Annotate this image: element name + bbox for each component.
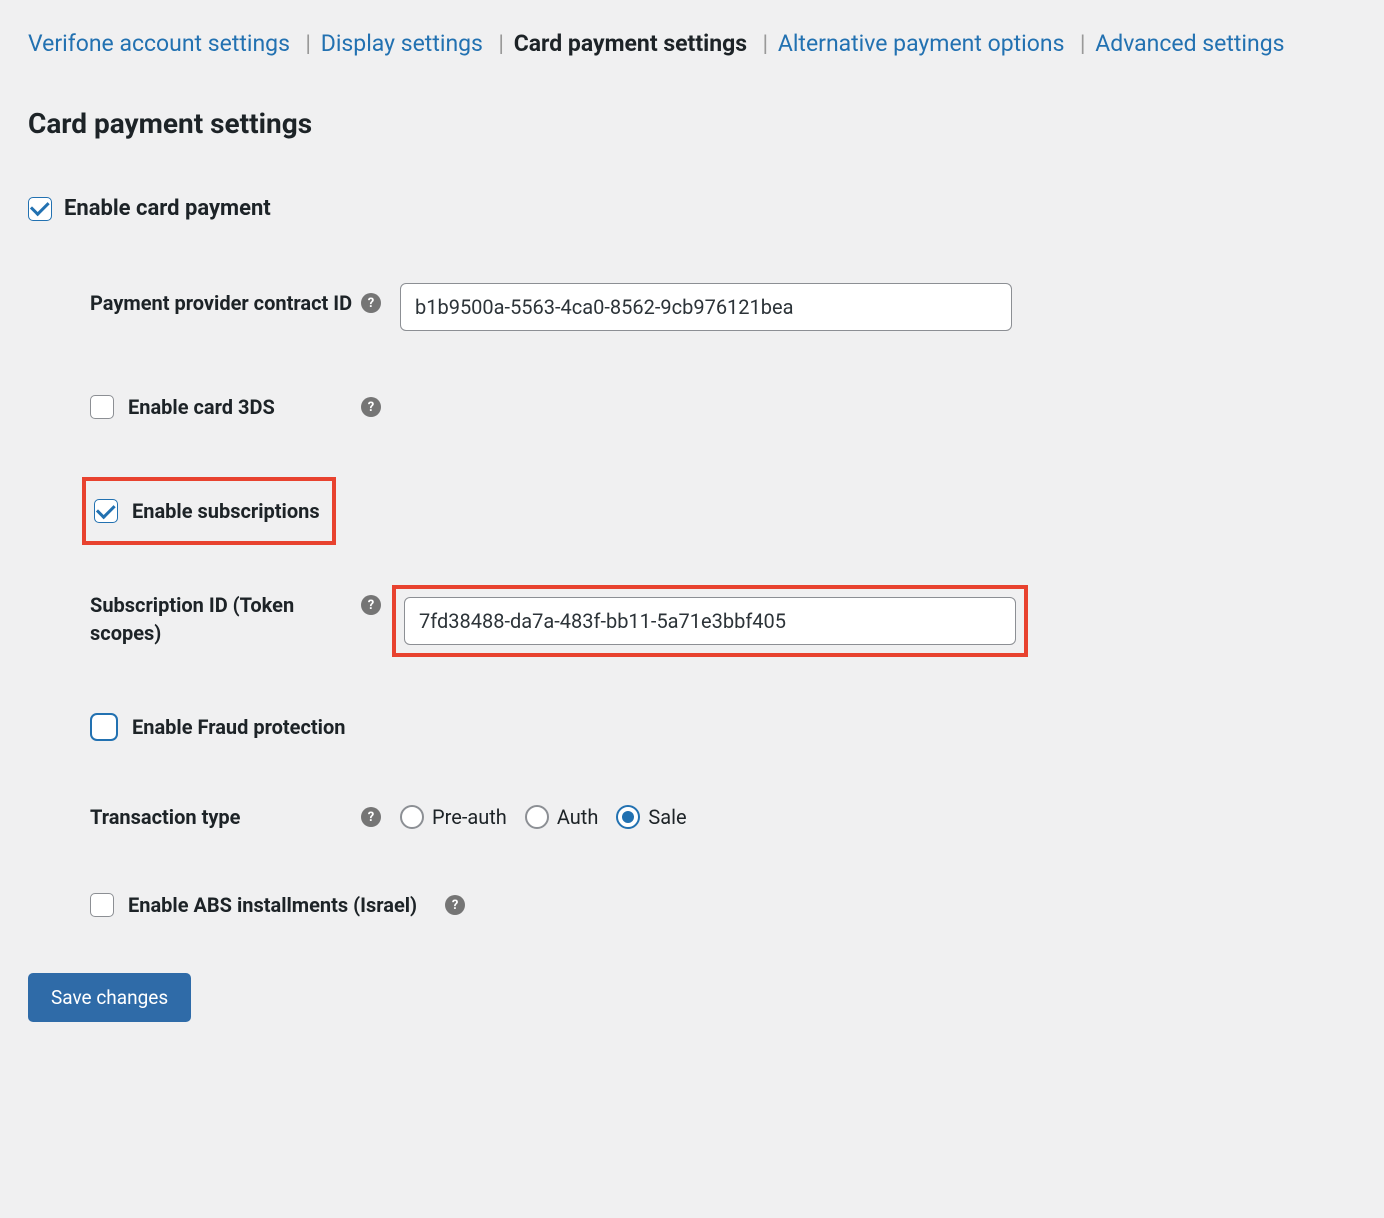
tab-separator: | (757, 30, 768, 57)
enable-card-payment-checkbox[interactable] (28, 197, 52, 221)
tab-separator: | (1074, 30, 1085, 57)
subscription-id-row: Subscription ID (Token scopes) ? (28, 585, 1356, 657)
subscription-id-input[interactable] (404, 597, 1016, 645)
tab-alternative-payment[interactable]: Alternative payment options (778, 30, 1065, 57)
help-icon[interactable]: ? (361, 397, 381, 417)
help-icon[interactable]: ? (361, 595, 381, 615)
subscription-id-highlight (392, 585, 1028, 657)
tab-verifone-account[interactable]: Verifone account settings (28, 30, 290, 57)
tab-display-settings[interactable]: Display settings (321, 30, 483, 57)
radio-auth[interactable] (525, 805, 549, 829)
radio-auth-label: Auth (557, 805, 599, 829)
tab-card-payment-settings[interactable]: Card payment settings (514, 30, 747, 57)
radio-preauth-label: Pre-auth (432, 805, 507, 829)
enable-abs-label: Enable ABS installments (Israel) (128, 893, 417, 917)
help-icon[interactable]: ? (361, 293, 381, 313)
enable-3ds-label: Enable card 3DS (128, 393, 275, 421)
radio-preauth[interactable] (400, 805, 424, 829)
settings-tabs: Verifone account settings | Display sett… (28, 30, 1356, 57)
enable-fraud-label: Enable Fraud protection (132, 715, 345, 739)
transaction-type-row: Transaction type ? Pre-auth Auth Sale (28, 803, 1356, 831)
subscription-id-label: Subscription ID (Token scopes) (90, 585, 358, 647)
tab-advanced-settings[interactable]: Advanced settings (1095, 30, 1284, 57)
transaction-type-label: Transaction type (90, 803, 358, 831)
enable-3ds-checkbox[interactable] (90, 395, 114, 419)
help-icon[interactable]: ? (445, 895, 465, 915)
provider-contract-label: Payment provider contract ID (90, 283, 358, 317)
save-button[interactable]: Save changes (28, 973, 191, 1022)
provider-contract-input[interactable] (400, 283, 1012, 331)
enable-3ds-row: Enable card 3DS ? (28, 393, 1356, 421)
enable-subscriptions-row: Enable subscriptions (82, 477, 336, 545)
enable-fraud-checkbox[interactable] (90, 713, 118, 741)
help-icon[interactable]: ? (361, 807, 381, 827)
tab-separator: | (300, 30, 311, 57)
enable-card-payment-label: Enable card payment (64, 196, 271, 221)
enable-subscriptions-label: Enable subscriptions (132, 499, 320, 523)
enable-subscriptions-checkbox[interactable] (94, 499, 118, 523)
radio-sale[interactable] (616, 805, 640, 829)
enable-abs-checkbox[interactable] (90, 893, 114, 917)
enable-fraud-row: Enable Fraud protection (28, 713, 1356, 741)
enable-abs-row: Enable ABS installments (Israel) ? (28, 893, 1356, 917)
page-title: Card payment settings (28, 107, 1356, 140)
radio-sale-label: Sale (648, 805, 686, 829)
enable-card-payment-row: Enable card payment (28, 196, 1356, 221)
transaction-type-radios: Pre-auth Auth Sale (400, 805, 697, 829)
provider-contract-row: Payment provider contract ID ? (28, 283, 1356, 331)
tab-separator: | (493, 30, 504, 57)
